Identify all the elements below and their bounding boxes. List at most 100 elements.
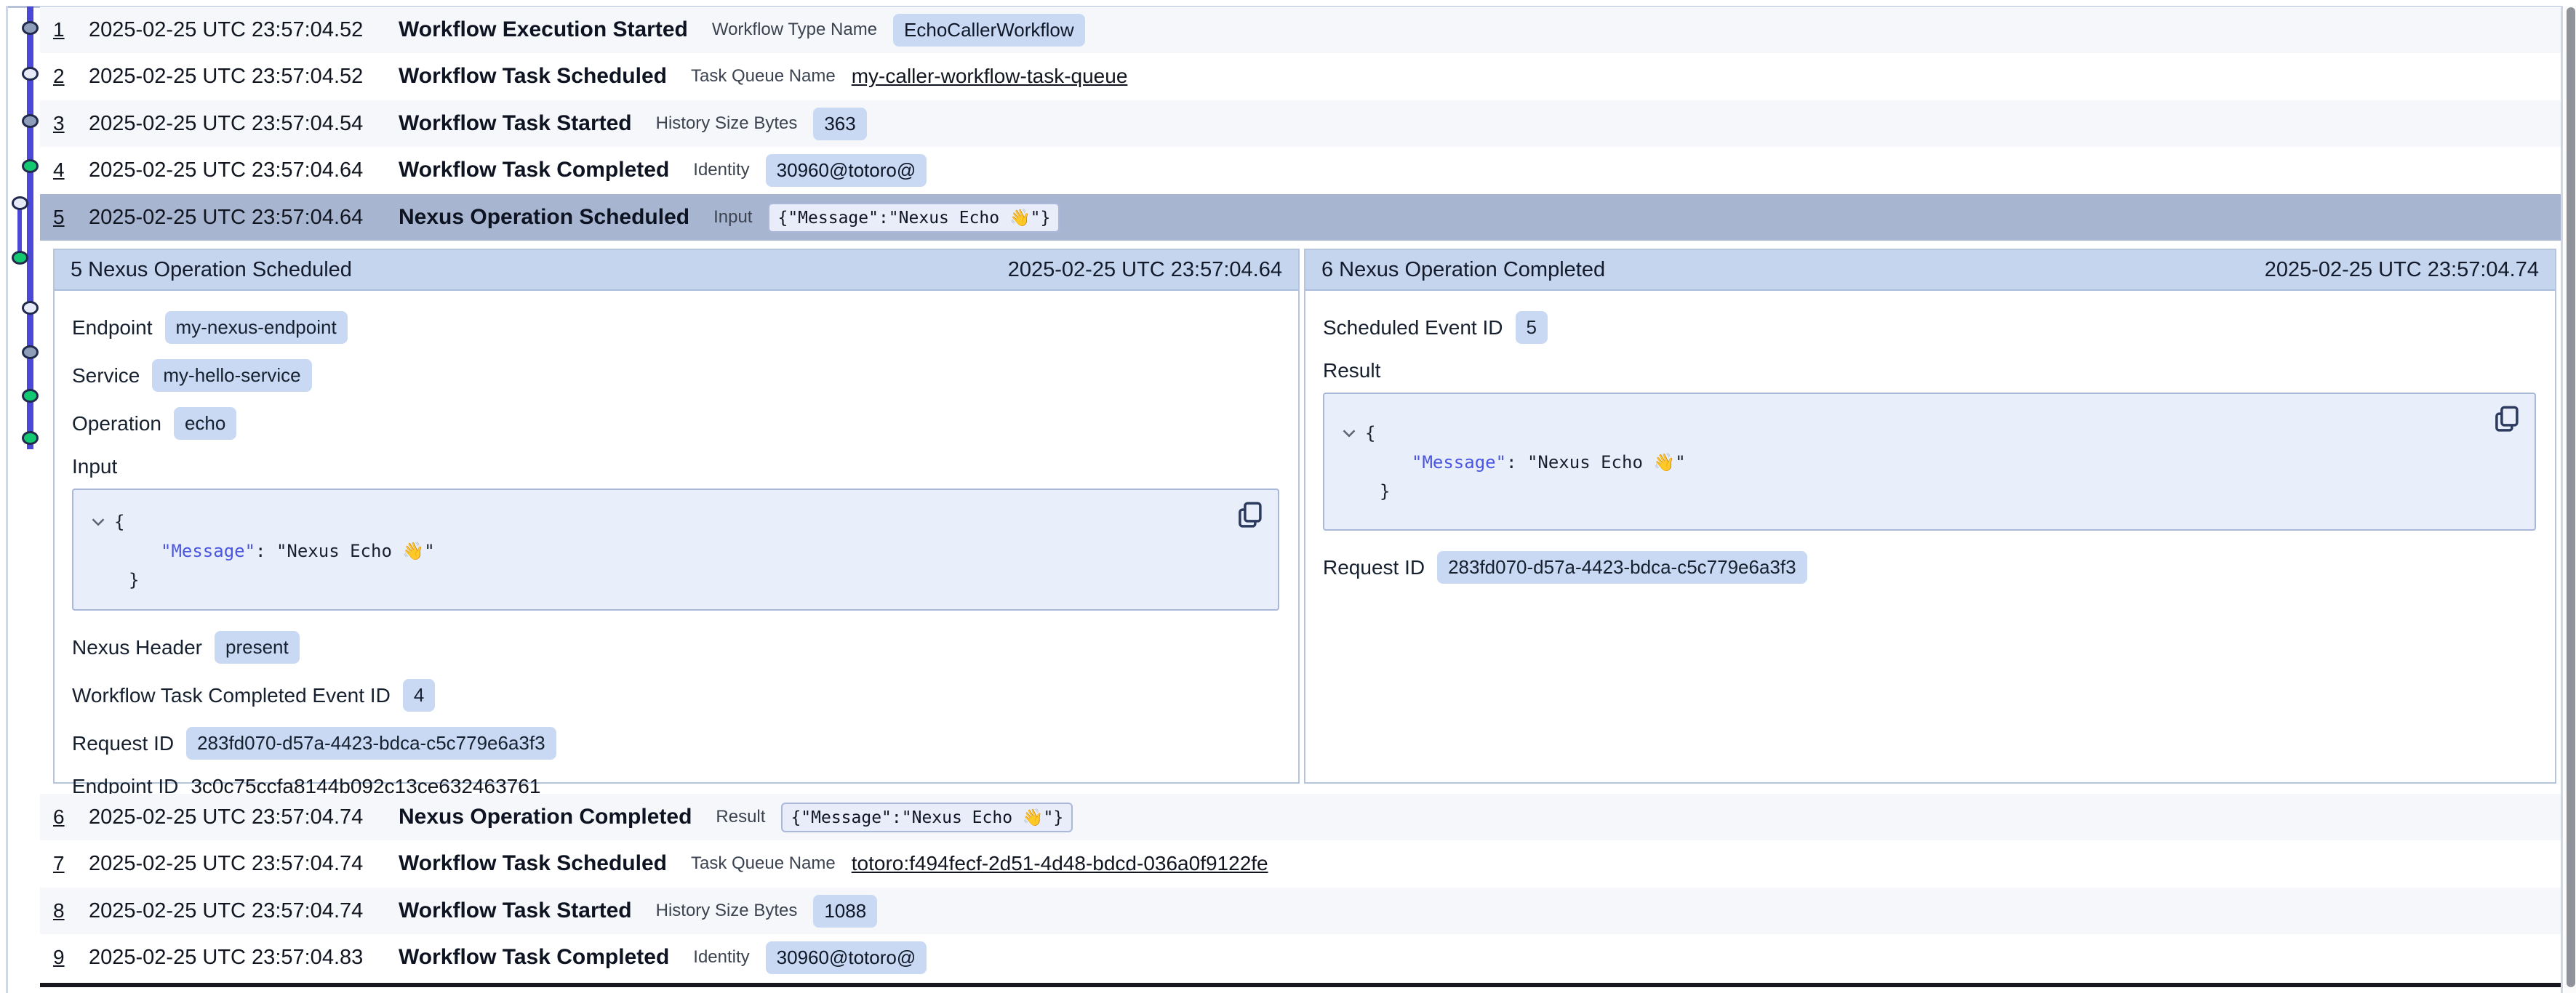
field-label: Request ID xyxy=(1323,556,1425,579)
event-row-4[interactable]: 4 2025-02-25 UTC 23:57:04.64 Workflow Ta… xyxy=(40,147,2561,193)
event-id-link[interactable]: 8 xyxy=(53,899,89,922)
panel-body: Scheduled Event ID 5 Result { "Message":… xyxy=(1305,291,2555,584)
event-timestamp: 2025-02-25 UTC 23:57:04.52 xyxy=(89,65,399,89)
event-id-link[interactable]: 5 xyxy=(53,206,89,229)
event-id-link[interactable]: 4 xyxy=(53,158,89,182)
panel-header: 6 Nexus Operation Completed 2025-02-25 U… xyxy=(1305,250,2555,291)
timeline-dot-started[interactable] xyxy=(22,21,39,35)
panel-timestamp: 2025-02-25 UTC 23:57:04.64 xyxy=(1008,258,1282,282)
timeline-dot-scheduled[interactable] xyxy=(12,196,28,210)
event-type: Workflow Task Completed xyxy=(399,945,669,970)
event-detail-label: Identity xyxy=(693,160,749,180)
field-operation: Operation echo xyxy=(72,407,1279,440)
event-5-detail-panel: 5 Nexus Operation Scheduled 2025-02-25 U… xyxy=(53,249,1300,784)
result-label: Result xyxy=(1323,359,2536,382)
panel-title: 6 Nexus Operation Completed xyxy=(1321,258,1605,282)
scrollbar-thumb[interactable] xyxy=(2567,7,2575,987)
event-row-1[interactable]: 1 2025-02-25 UTC 23:57:04.52 Workflow Ex… xyxy=(40,7,2561,53)
page-right-border xyxy=(2561,6,2563,993)
field-endpoint: Endpoint my-nexus-endpoint xyxy=(72,311,1279,344)
code-line-kv: "Message": "Nexus Echo 👋" xyxy=(91,536,1278,566)
event-type: Workflow Task Scheduled xyxy=(399,64,667,89)
code-line-close: } xyxy=(1342,477,2535,506)
field-label: Operation xyxy=(72,412,161,435)
timeline-dot-completed[interactable] xyxy=(12,251,28,265)
event-value-json-badge: {"Message":"Nexus Echo 👋"} xyxy=(781,803,1073,832)
chevron-down-icon[interactable] xyxy=(1342,419,1356,448)
event-timestamp: 2025-02-25 UTC 23:57:04.64 xyxy=(89,206,399,230)
field-value-badge: 283fd070-d57a-4423-bdca-c5c779e6a3f3 xyxy=(1437,551,1807,584)
event-detail-label: Task Queue Name xyxy=(691,853,836,874)
timeline-dot-started[interactable] xyxy=(22,114,39,128)
field-value-badge: present xyxy=(215,631,300,664)
event-type: Workflow Task Completed xyxy=(399,158,669,182)
event-detail-label: Result xyxy=(716,807,765,827)
field-label: Workflow Task Completed Event ID xyxy=(72,684,391,707)
event-value-badge: 1088 xyxy=(813,895,877,928)
event-timestamp: 2025-02-25 UTC 23:57:04.54 xyxy=(89,112,399,136)
field-label: Scheduled Event ID xyxy=(1323,316,1503,339)
task-queue-link[interactable]: totoro:f494fecf-2d51-4d48-bdcd-036a0f912… xyxy=(852,852,1268,875)
field-wft-completed-event-id: Workflow Task Completed Event ID 4 xyxy=(72,679,1279,712)
code-line-close: } xyxy=(91,566,1278,595)
code-line-open: { xyxy=(91,507,1278,536)
event-row-7[interactable]: 7 2025-02-25 UTC 23:57:04.74 Workflow Ta… xyxy=(40,840,2561,887)
copy-icon xyxy=(1234,500,1265,531)
field-scheduled-event-id: Scheduled Event ID 5 xyxy=(1323,311,2536,344)
field-value-badge: echo xyxy=(174,407,236,440)
field-value-badge: my-nexus-endpoint xyxy=(165,311,348,344)
event-timestamp: 2025-02-25 UTC 23:57:04.52 xyxy=(89,18,399,42)
event-value-badge: EchoCallerWorkflow xyxy=(893,14,1085,47)
field-value-badge: 5 xyxy=(1516,311,1548,344)
field-label: Endpoint xyxy=(72,316,153,339)
code-line-kv: "Message": "Nexus Echo 👋" xyxy=(1342,448,2535,477)
field-label: Service xyxy=(72,364,140,387)
event-detail-label: Task Queue Name xyxy=(691,66,836,87)
event-timestamp: 2025-02-25 UTC 23:57:04.83 xyxy=(89,946,399,970)
event-timestamp: 2025-02-25 UTC 23:57:04.74 xyxy=(89,805,399,829)
code-line-open: { xyxy=(1342,419,2535,448)
event-timestamp: 2025-02-25 UTC 23:57:04.64 xyxy=(89,158,399,182)
event-id-link[interactable]: 3 xyxy=(53,112,89,135)
field-nexus-header: Nexus Header present xyxy=(72,631,1279,664)
timeline-dot-completed[interactable] xyxy=(22,159,39,173)
event-row-5-selected[interactable]: 5 2025-02-25 UTC 23:57:04.64 Nexus Opera… xyxy=(40,194,2561,241)
event-6-detail-panel: 6 Nexus Operation Completed 2025-02-25 U… xyxy=(1304,249,2556,784)
timeline-dot-completed[interactable] xyxy=(22,389,39,403)
event-value-json-badge: {"Message":"Nexus Echo 👋"} xyxy=(768,203,1060,233)
task-queue-link[interactable]: my-caller-workflow-task-queue xyxy=(852,65,1128,88)
timeline-dot-started[interactable] xyxy=(22,345,39,359)
event-id-link[interactable]: 6 xyxy=(53,805,89,829)
event-detail-label: Identity xyxy=(693,947,749,968)
event-row-2[interactable]: 2 2025-02-25 UTC 23:57:04.52 Workflow Ta… xyxy=(40,53,2561,100)
field-request-id: Request ID 283fd070-d57a-4423-bdca-c5c77… xyxy=(72,727,1279,760)
event-id-link[interactable]: 7 xyxy=(53,852,89,875)
copy-icon xyxy=(2491,404,2521,435)
event-row-3[interactable]: 3 2025-02-25 UTC 23:57:04.54 Workflow Ta… xyxy=(40,100,2561,147)
event-detail-label: Workflow Type Name xyxy=(712,20,877,40)
panel-timestamp: 2025-02-25 UTC 23:57:04.74 xyxy=(2265,258,2539,282)
timeline-dot-scheduled[interactable] xyxy=(22,301,39,315)
event-row-8[interactable]: 8 2025-02-25 UTC 23:57:04.74 Workflow Ta… xyxy=(40,888,2561,934)
event-type: Nexus Operation Scheduled xyxy=(399,205,689,230)
timeline-dot-completed[interactable] xyxy=(22,431,39,445)
event-id-link[interactable]: 2 xyxy=(53,65,89,88)
chevron-down-icon[interactable] xyxy=(91,507,105,536)
event-detail-label: History Size Bytes xyxy=(656,113,798,134)
field-request-id: Request ID 283fd070-d57a-4423-bdca-c5c77… xyxy=(1323,551,2536,584)
event-type: Workflow Task Started xyxy=(399,111,632,136)
timeline-dot-scheduled[interactable] xyxy=(22,67,39,81)
field-value-badge: 4 xyxy=(403,679,435,712)
event-type: Workflow Task Scheduled xyxy=(399,851,667,876)
event-id-link[interactable]: 1 xyxy=(53,18,89,41)
result-code-block: { "Message": "Nexus Echo 👋" } xyxy=(1323,393,2536,531)
event-row-6[interactable]: 6 2025-02-25 UTC 23:57:04.74 Nexus Opera… xyxy=(40,794,2561,840)
copy-button[interactable] xyxy=(2491,404,2521,435)
event-id-link[interactable]: 9 xyxy=(53,946,89,969)
event-row-9[interactable]: 9 2025-02-25 UTC 23:57:04.83 Workflow Ta… xyxy=(40,934,2561,981)
field-value-badge: my-hello-service xyxy=(152,359,311,392)
panel-body: Endpoint my-nexus-endpoint Service my-he… xyxy=(55,291,1298,798)
panel-header: 5 Nexus Operation Scheduled 2025-02-25 U… xyxy=(55,250,1298,291)
copy-button[interactable] xyxy=(1234,500,1265,531)
event-value-badge: 363 xyxy=(813,108,866,140)
